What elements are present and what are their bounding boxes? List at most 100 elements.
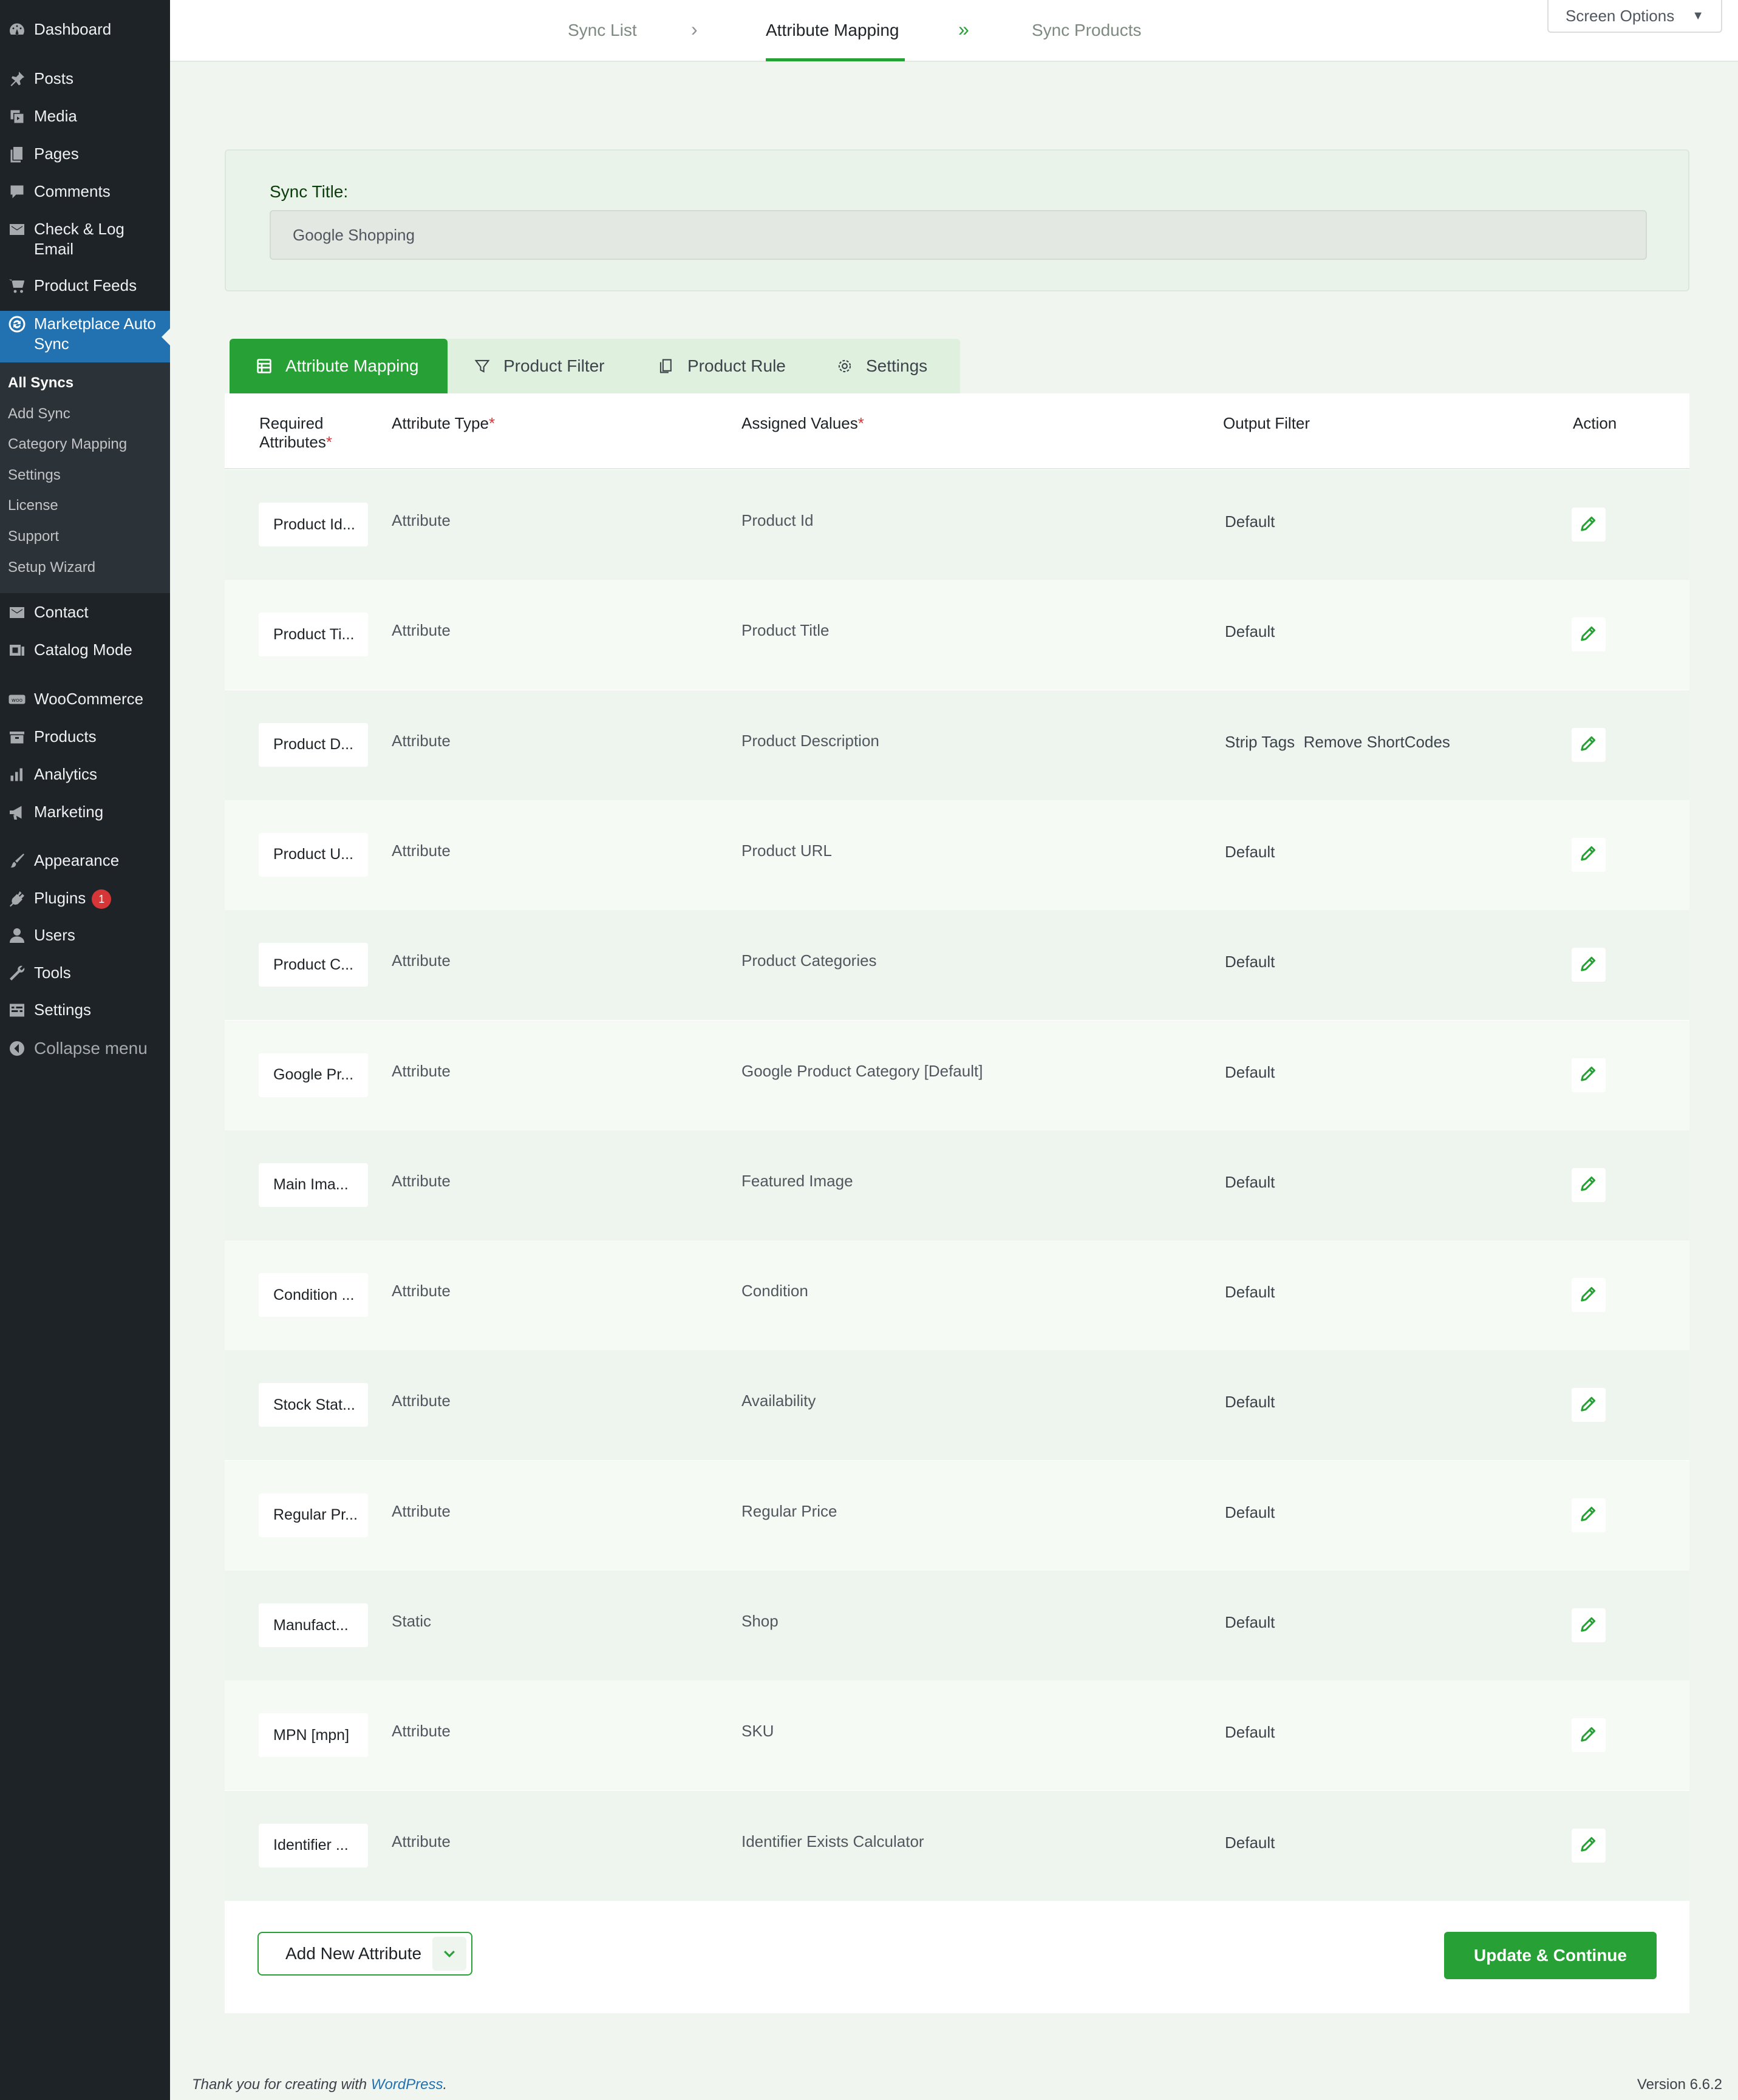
- assigned-value[interactable]: Google Product Category [Default]: [741, 1062, 983, 1081]
- menu-product-feeds[interactable]: Product Feeds: [0, 276, 170, 296]
- attribute-type-value[interactable]: Attribute: [392, 511, 451, 530]
- menu-analytics[interactable]: Analytics: [0, 764, 170, 784]
- edit-button[interactable]: [1572, 1058, 1606, 1092]
- assigned-value[interactable]: Product Description: [741, 732, 879, 750]
- update-continue-button[interactable]: Update & Continue: [1444, 1932, 1657, 1979]
- edit-button[interactable]: [1572, 1167, 1606, 1202]
- step-attribute-mapping[interactable]: Attribute Mapping: [766, 21, 899, 40]
- attribute-type-value[interactable]: Attribute: [392, 732, 451, 750]
- output-filter-value[interactable]: Default: [1225, 622, 1275, 641]
- attribute-type-value[interactable]: Attribute: [392, 621, 451, 640]
- menu-settings[interactable]: Settings: [0, 1000, 170, 1020]
- output-filter-value[interactable]: Default: [1225, 953, 1275, 971]
- attribute-type-value[interactable]: Attribute: [392, 1392, 451, 1410]
- screen-options-button[interactable]: Screen Options ▼: [1547, 0, 1722, 33]
- output-filter-value[interactable]: Default: [1225, 843, 1275, 861]
- assigned-value[interactable]: Regular Price: [741, 1502, 837, 1521]
- required-attribute-select[interactable]: MPN [mpn]: [259, 1713, 368, 1758]
- attribute-type-value[interactable]: Attribute: [392, 1282, 451, 1300]
- submenu-setup-wizard[interactable]: Setup Wizard: [8, 559, 95, 576]
- menu-tools[interactable]: Tools: [0, 963, 170, 983]
- chevron-down-icon[interactable]: [432, 1937, 466, 1971]
- menu-appearance[interactable]: Appearance: [0, 851, 170, 871]
- attribute-type-value[interactable]: Attribute: [392, 1832, 451, 1851]
- attribute-type-value[interactable]: Attribute: [392, 1172, 451, 1191]
- output-filter-value[interactable]: Default: [1225, 1503, 1275, 1522]
- assigned-value[interactable]: Featured Image: [741, 1172, 853, 1191]
- menu-marketplace-auto-sync[interactable]: Marketplace Auto Sync: [0, 311, 170, 362]
- add-new-attribute-button[interactable]: Add New Attribute: [257, 1932, 472, 1976]
- assigned-value[interactable]: SKU: [741, 1722, 774, 1741]
- output-filter-value[interactable]: Default: [1225, 1833, 1275, 1852]
- assigned-value[interactable]: Product URL: [741, 841, 832, 860]
- menu-comments[interactable]: Comments: [0, 182, 170, 202]
- submenu-all-syncs[interactable]: All Syncs: [8, 375, 73, 392]
- menu-collapse[interactable]: Collapse menu: [0, 1038, 170, 1058]
- edit-button[interactable]: [1572, 1718, 1606, 1753]
- required-attribute-select[interactable]: Manufact...: [259, 1603, 368, 1647]
- assigned-value[interactable]: Identifier Exists Calculator: [741, 1832, 924, 1851]
- tab-attribute-mapping[interactable]: Attribute Mapping: [230, 339, 448, 393]
- edit-button[interactable]: [1572, 508, 1606, 542]
- output-filter-value[interactable]: Strip Tags Remove ShortCodes: [1225, 733, 1450, 752]
- output-filter-value[interactable]: Default: [1225, 512, 1275, 531]
- required-attribute-select[interactable]: Product C...: [259, 943, 368, 987]
- submenu-support[interactable]: Support: [8, 528, 59, 545]
- menu-catalog-mode[interactable]: Catalog Mode: [0, 640, 170, 660]
- tab-product-rule[interactable]: Product Rule: [658, 339, 786, 393]
- output-filter-value[interactable]: Default: [1225, 1393, 1275, 1412]
- assigned-value[interactable]: Availability: [741, 1392, 816, 1410]
- attribute-type-value[interactable]: Attribute: [392, 1722, 451, 1741]
- menu-users[interactable]: Users: [0, 925, 170, 945]
- required-attribute-select[interactable]: Condition ...: [259, 1273, 368, 1317]
- edit-button[interactable]: [1572, 1828, 1606, 1863]
- edit-button[interactable]: [1572, 837, 1606, 872]
- assigned-value[interactable]: Condition: [741, 1282, 808, 1300]
- submenu-category-mapping[interactable]: Category Mapping: [8, 436, 127, 453]
- assigned-value[interactable]: Product Id: [741, 511, 814, 530]
- submenu-settings[interactable]: Settings: [8, 467, 61, 484]
- menu-products[interactable]: Products: [0, 727, 170, 747]
- edit-button[interactable]: [1572, 1278, 1606, 1313]
- menu-dashboard[interactable]: Dashboard: [0, 19, 170, 39]
- assigned-value[interactable]: Shop: [741, 1612, 779, 1631]
- edit-button[interactable]: [1572, 1388, 1606, 1422]
- edit-button[interactable]: [1572, 1498, 1606, 1532]
- required-attribute-select[interactable]: Stock Stat...: [259, 1383, 368, 1427]
- attribute-type-value[interactable]: Attribute: [392, 841, 451, 860]
- menu-plugins[interactable]: Plugins 1: [0, 888, 170, 909]
- edit-button[interactable]: [1572, 948, 1606, 982]
- attribute-type-value[interactable]: Attribute: [392, 951, 451, 970]
- menu-check-log-email[interactable]: Check & Log Email: [0, 219, 170, 259]
- attribute-type-value[interactable]: Attribute: [392, 1062, 451, 1081]
- required-attribute-select[interactable]: Product D...: [259, 722, 368, 767]
- output-filter-value[interactable]: Default: [1225, 1173, 1275, 1192]
- menu-posts[interactable]: Posts: [0, 69, 170, 89]
- menu-pages[interactable]: Pages: [0, 144, 170, 164]
- attribute-type-value[interactable]: Static: [392, 1612, 431, 1631]
- output-filter-value[interactable]: Default: [1225, 1283, 1275, 1302]
- edit-button[interactable]: [1572, 727, 1606, 762]
- output-filter-value[interactable]: Default: [1225, 1613, 1275, 1632]
- edit-button[interactable]: [1572, 1608, 1606, 1642]
- required-attribute-select[interactable]: Main Ima...: [259, 1163, 368, 1207]
- menu-woocommerce[interactable]: woo WooCommerce: [0, 689, 170, 709]
- step-sync-products[interactable]: Sync Products: [1032, 21, 1142, 40]
- menu-contact[interactable]: Contact: [0, 602, 170, 622]
- sync-title-input[interactable]: Google Shopping: [270, 210, 1647, 260]
- submenu-license[interactable]: License: [8, 497, 58, 514]
- assigned-value[interactable]: Product Title: [741, 621, 830, 640]
- required-attribute-select[interactable]: Google Pr...: [259, 1053, 368, 1097]
- required-attribute-select[interactable]: Product Id...: [259, 503, 368, 546]
- submenu-add-sync[interactable]: Add Sync: [8, 406, 70, 423]
- required-attribute-select[interactable]: Regular Pr...: [259, 1493, 368, 1537]
- step-sync-list[interactable]: Sync List: [568, 21, 637, 40]
- assigned-value[interactable]: Product Categories: [741, 951, 877, 970]
- edit-button[interactable]: [1572, 617, 1606, 652]
- required-attribute-select[interactable]: Identifier ...: [259, 1823, 368, 1867]
- wordpress-link[interactable]: WordPress: [371, 2076, 443, 2093]
- menu-marketing[interactable]: Marketing: [0, 802, 170, 822]
- output-filter-value[interactable]: Default: [1225, 1723, 1275, 1742]
- tab-settings[interactable]: Settings: [837, 339, 927, 393]
- output-filter-value[interactable]: Default: [1225, 1063, 1275, 1082]
